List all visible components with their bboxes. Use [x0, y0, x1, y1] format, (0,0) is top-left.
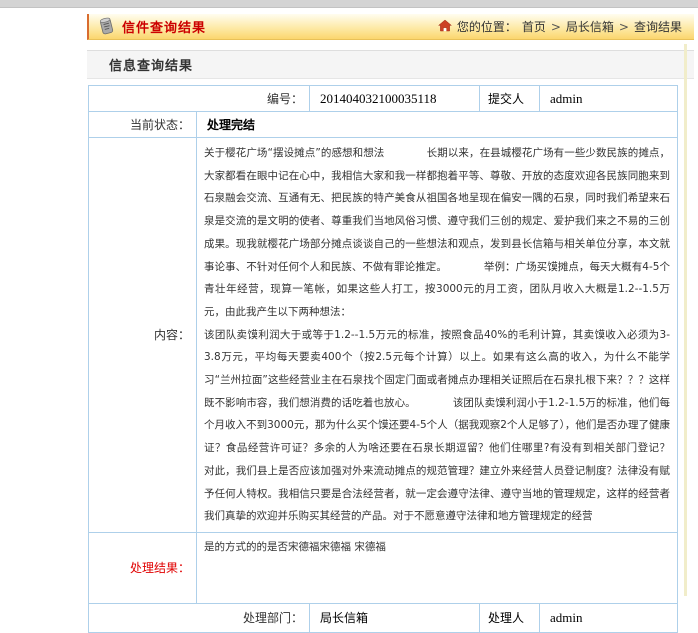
breadcrumb-separator: > — [619, 20, 629, 34]
content-value: 关于樱花广场“摆设摊点”的感想和想法 长期以来，在县城樱花广场有一些少数民族的摊… — [196, 138, 677, 532]
breadcrumb-link-results[interactable]: 查询结果 — [634, 18, 682, 35]
section-title: 信息查询结果 — [109, 55, 193, 74]
department-label: 处理部门： — [89, 604, 309, 632]
breadcrumb: 您的位置： 首页 > 局长信箱 > 查询结果 — [438, 18, 694, 35]
top-divider-bar — [0, 0, 698, 8]
page-right-border — [684, 44, 687, 596]
result-label: 处理结果： — [89, 533, 196, 603]
status-label: 当前状态： — [89, 112, 196, 137]
submitter-value: admin — [539, 86, 677, 111]
section-header: 信息查询结果 — [87, 50, 694, 79]
table-row-result: 处理结果： 是的方式的的是否宋德福宋德福 宋德福 — [89, 532, 677, 603]
table-row-number: 编号： 201404032100035118 提交人 admin — [89, 86, 677, 111]
status-value: 处理完结 — [196, 112, 677, 137]
table-row-status: 当前状态： 处理完结 — [89, 111, 677, 137]
breadcrumb-label: 您的位置： — [457, 18, 517, 35]
table-row-department: 处理部门： 局长信箱 处理人 admin — [89, 603, 677, 632]
table-row-content: 内容： 关于樱花广场“摆设摊点”的感想和想法 长期以来，在县城樱花广场有一些少数… — [89, 137, 677, 532]
breadcrumb-link-mailbox[interactable]: 局长信箱 — [566, 18, 614, 35]
page-header-bar: 信件查询结果 您的位置： 首页 > 局长信箱 > 查询结果 — [87, 14, 694, 40]
number-value: 201404032100035118 — [309, 86, 479, 111]
content-area: 信件查询结果 您的位置： 首页 > 局长信箱 > 查询结果 信息查询结果 编号：… — [87, 14, 694, 633]
letter-icon — [97, 16, 116, 37]
breadcrumb-link-home[interactable]: 首页 — [522, 18, 546, 35]
result-value: 是的方式的的是否宋德福宋德福 宋德福 — [196, 533, 677, 603]
breadcrumb-separator: > — [551, 20, 561, 34]
home-icon — [438, 19, 452, 35]
submitter-label: 提交人 — [479, 86, 539, 111]
result-table: 编号： 201404032100035118 提交人 admin 当前状态： 处… — [88, 85, 678, 633]
page-title: 信件查询结果 — [122, 17, 206, 36]
content-label: 内容： — [89, 138, 196, 532]
handler-value: admin — [539, 604, 677, 632]
handler-label: 处理人 — [479, 604, 539, 632]
department-value: 局长信箱 — [309, 604, 479, 632]
number-label: 编号： — [89, 86, 309, 111]
